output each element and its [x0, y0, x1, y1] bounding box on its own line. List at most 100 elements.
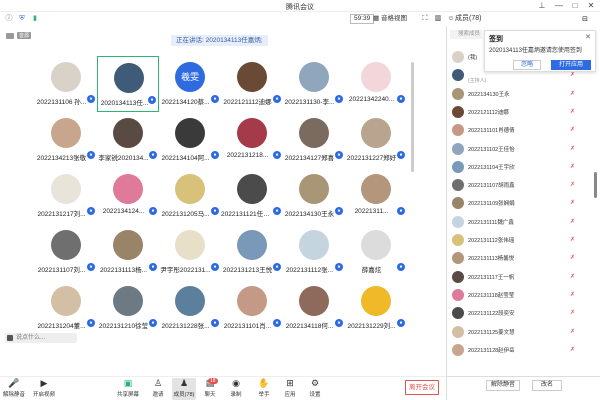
member-row[interactable]: 2022131125姜文慧 ✗ — [450, 324, 586, 340]
invite-button[interactable]: ♙ 邀请 — [146, 378, 170, 400]
member-row[interactable]: 2022131102王佳怡 ✗ — [450, 141, 586, 157]
video-button[interactable]: ▶ 开启视频 — [32, 378, 56, 400]
member-row[interactable]: 2022131128赵伊岳 ✗ — [450, 342, 586, 358]
video-tile[interactable]: 2022134118何... ● — [283, 280, 345, 336]
member-row[interactable]: 2022131107胡雨鑫 ✗ — [450, 177, 586, 193]
video-tile[interactable]: 2022131204董... ● — [35, 280, 97, 336]
video-tile[interactable]: 2022131227郑好 ● — [345, 112, 407, 168]
video-tile[interactable]: 李家锐2020134... ● — [97, 112, 159, 168]
leave-meeting-button[interactable]: 离开会议 — [405, 380, 439, 395]
video-tile[interactable]: 2022134127郑喜 ● — [283, 112, 345, 168]
share-screen-button[interactable]: ▣ 共享屏幕 — [116, 378, 140, 400]
member-scrollbar[interactable] — [594, 172, 597, 198]
mic-muted-icon[interactable]: ✗ — [570, 90, 575, 97]
mic-muted-icon[interactable]: ✗ — [570, 309, 575, 316]
member-row[interactable]: 2022131113杨馨悦 ✗ — [450, 250, 586, 266]
video-tile[interactable]: 2022131106 孙... ● — [35, 56, 97, 112]
video-tile[interactable]: 2022131210徐莹 ● — [97, 280, 159, 336]
panel-collapse-icon[interactable]: ⊟ — [580, 15, 590, 25]
video-tile[interactable]: 2022131213王悦 ● — [221, 224, 283, 280]
video-tile[interactable]: 薛嘉炫 ● — [345, 224, 407, 280]
video-tile[interactable]: 2022131205马... ● — [159, 168, 221, 224]
members-button[interactable]: ♟ 成员(78) — [172, 378, 196, 400]
video-tile[interactable]: 2022131130-李... ● — [283, 56, 345, 112]
video-tile[interactable]: 2022131217刘... ● — [35, 168, 97, 224]
video-tile[interactable]: 2022131101肖... ● — [221, 280, 283, 336]
apps-label: 应用 — [284, 392, 296, 398]
mic-status-icon: ● — [87, 207, 95, 215]
mic-muted-icon[interactable]: ✗ — [570, 181, 575, 188]
mic-status-icon: ● — [397, 151, 405, 159]
avatar — [113, 118, 143, 148]
member-row[interactable]: 2022131104王宇欣 ✗ — [450, 159, 586, 175]
mic-muted-icon[interactable]: ✗ — [570, 199, 575, 206]
mic-muted-icon[interactable]: ✗ — [570, 346, 575, 353]
layout-icon[interactable]: ▥ — [433, 14, 443, 24]
mic-muted-icon[interactable]: ✗ — [570, 71, 575, 78]
mic-muted-icon[interactable]: ✗ — [570, 218, 575, 225]
member-row[interactable]: 2022131118赵莹莹 ✗ — [450, 287, 586, 303]
mic-muted-icon[interactable]: ✗ — [570, 163, 575, 170]
member-avatar — [452, 270, 464, 283]
video-tile[interactable]: 2022134104阿... ● — [159, 112, 221, 168]
avatar — [299, 286, 329, 316]
member-row[interactable]: 2022131109张娴娟 ✗ — [450, 195, 586, 211]
pin-icon[interactable]: ⊥ — [535, 1, 549, 11]
video-tile[interactable]: 2022131121任梓莹 ● — [221, 168, 283, 224]
mic-muted-icon[interactable]: ✗ — [570, 273, 575, 280]
member-row[interactable]: 2022131112张伟瑶 ✗ — [450, 232, 586, 248]
video-tile[interactable]: 2022131218... ● — [221, 112, 283, 168]
video-tile[interactable]: 2022134213张敬 ● — [35, 112, 97, 168]
shield-icon[interactable]: ⛨ — [17, 14, 27, 24]
mic-muted-icon[interactable]: ✗ — [570, 236, 575, 243]
video-tile[interactable]: 2022134124... ● — [97, 168, 159, 224]
mic-muted-icon[interactable]: ✗ — [570, 328, 575, 335]
close-icon[interactable]: ✕ — [584, 1, 598, 11]
member-role: (主持人) — [468, 78, 487, 85]
member-row[interactable]: 2022131122段奕安 ✗ — [450, 305, 586, 321]
video-tile[interactable]: 2022121112迪娜 ● — [221, 56, 283, 112]
info-icon[interactable]: ⓘ — [4, 14, 14, 24]
member-row[interactable]: 2022131117王一帆 ✗ — [450, 269, 586, 285]
video-tile[interactable]: 羲雯 2022134120蔡... ● — [159, 56, 221, 112]
rename-button[interactable]: 改名 — [532, 380, 562, 391]
mic-muted-icon[interactable]: ✗ — [570, 291, 575, 298]
video-tile[interactable]: 2022131229刘... ● — [345, 280, 407, 336]
video-tile[interactable]: 2022131112张... ● — [283, 224, 345, 280]
member-search-input[interactable]: 搜索成员 — [450, 30, 482, 39]
mic-muted-icon[interactable]: ✗ — [570, 254, 575, 261]
member-row[interactable]: 2022121112迪娜 ✗ — [450, 104, 586, 120]
member-row[interactable]: 2022134130王永 ✗ — [450, 86, 586, 102]
member-row[interactable]: 2022131111魏广鑫 ✗ — [450, 214, 586, 230]
mic-status-icon: ● — [148, 96, 156, 104]
video-tile[interactable]: 尹宇彤2022131... ● — [159, 224, 221, 280]
view-mode-button[interactable]: ▦ 音格视图 — [371, 14, 409, 24]
video-scrollbar[interactable] — [411, 62, 414, 172]
video-tile[interactable]: 2022134130王永 ● — [283, 168, 345, 224]
mic-muted-icon[interactable]: ✗ — [570, 126, 575, 133]
fullscreen-icon[interactable]: ⛶ — [420, 14, 430, 24]
member-row[interactable]: 2022131101肖德倩 ✗ — [450, 122, 586, 138]
raise-hand-button[interactable]: ✋ 举手 — [252, 378, 276, 400]
mute-button[interactable]: 🎤 解除静音 — [2, 378, 26, 400]
video-tile[interactable]: 2022131228张... ● — [159, 280, 221, 336]
video-tile[interactable]: 20221311... ● — [345, 168, 407, 224]
chat-input[interactable]: 说点什么... — [5, 333, 77, 343]
apps-button[interactable]: ⊞ 应用 — [278, 378, 302, 400]
settings-button[interactable]: ⚙ 设置 — [303, 378, 327, 400]
avatar — [51, 118, 81, 148]
open-app-button[interactable]: 打开应用 — [551, 60, 591, 70]
video-tile[interactable]: 2020134113任... ● — [97, 56, 159, 112]
mic-muted-icon[interactable]: ✗ — [570, 145, 575, 152]
video-tile[interactable]: 2022131113杨... ● — [97, 224, 159, 280]
minimize-icon[interactable]: — — [552, 1, 566, 11]
maximize-icon[interactable]: □ — [568, 1, 582, 11]
unmute-all-button[interactable]: 解除静音 — [486, 380, 520, 391]
video-tile[interactable]: 20221342240... ● — [345, 56, 407, 112]
member-avatar — [452, 288, 464, 301]
record-button[interactable]: ◉ 录制 — [224, 378, 248, 400]
mic-muted-icon[interactable]: ✗ — [570, 108, 575, 115]
video-tile[interactable]: 2022131107刘... ● — [35, 224, 97, 280]
ignore-button[interactable]: 忽略 — [513, 60, 541, 70]
popup-close-icon[interactable]: ✕ — [585, 33, 591, 41]
